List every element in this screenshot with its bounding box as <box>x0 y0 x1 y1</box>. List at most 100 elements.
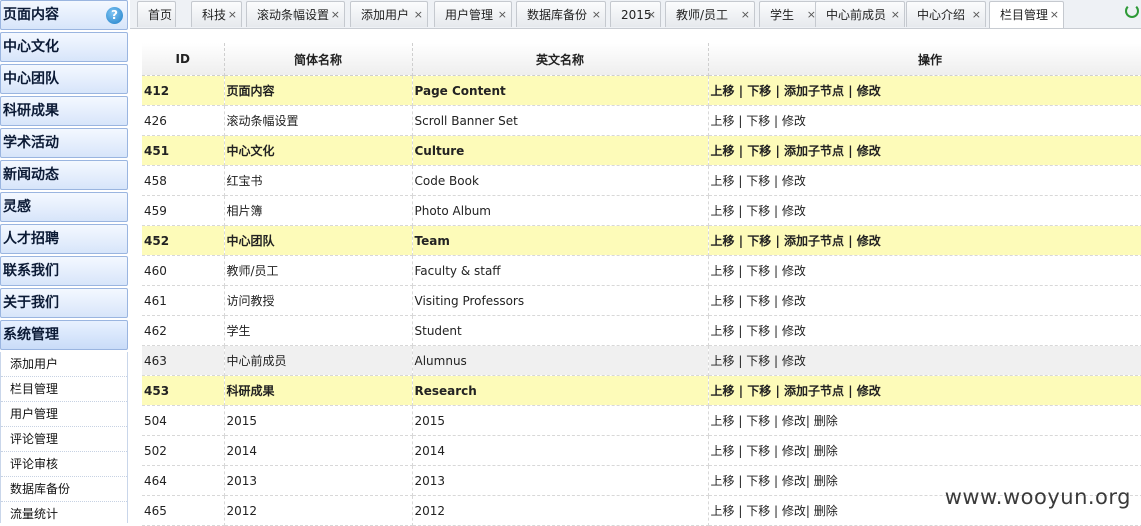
move-down-link[interactable]: 下移 <box>746 324 770 338</box>
tab[interactable]: 中心前成员 × <box>815 1 905 27</box>
add-child-node-link[interactable]: 添加子节点 <box>784 384 844 398</box>
tab[interactable]: 科技 × <box>191 1 242 27</box>
sidebar-section[interactable]: 页面内容? <box>0 0 128 30</box>
delete-link[interactable]: 删除 <box>814 444 838 458</box>
tab[interactable]: 用户管理 × <box>434 1 512 27</box>
move-up-link[interactable]: 上移 <box>711 444 735 458</box>
tab[interactable]: 首页 <box>137 1 176 27</box>
move-down-link[interactable]: 下移 <box>747 84 771 98</box>
tab[interactable]: 栏目管理 × <box>989 1 1064 28</box>
move-down-link[interactable]: 下移 <box>746 294 770 308</box>
edit-link[interactable]: 修改 <box>782 474 806 488</box>
move-up-link[interactable]: 上移 <box>711 384 735 398</box>
sidebar-section[interactable]: 灵感 <box>0 192 128 222</box>
submenu-item[interactable]: 评论审核 <box>1 452 127 477</box>
tab[interactable]: 添加用户 × <box>350 1 428 27</box>
sidebar-section[interactable]: 中心团队 <box>0 64 128 94</box>
close-tab-icon[interactable]: × <box>331 2 340 28</box>
action-separator: | <box>734 444 747 458</box>
move-up-link[interactable]: 上移 <box>711 174 735 188</box>
edit-link[interactable]: 修改 <box>782 444 806 458</box>
move-up-link[interactable]: 上移 <box>711 114 735 128</box>
cell-actions: 上移 | 下移 | 添加子节点 | 修改 <box>708 135 1141 166</box>
add-child-node-link[interactable]: 添加子节点 <box>784 234 844 248</box>
help-icon[interactable]: ? <box>106 7 123 24</box>
move-down-link[interactable]: 下移 <box>746 264 770 278</box>
sidebar-section[interactable]: 新闻动态 <box>0 160 128 190</box>
edit-link[interactable]: 修改 <box>857 84 881 98</box>
move-up-link[interactable]: 上移 <box>711 294 735 308</box>
sidebar-section[interactable]: 科研成果 <box>0 96 128 126</box>
move-down-link[interactable]: 下移 <box>746 204 770 218</box>
move-down-link[interactable]: 下移 <box>747 144 771 158</box>
edit-link[interactable]: 修改 <box>857 144 881 158</box>
close-tab-icon[interactable]: × <box>891 2 900 28</box>
tab[interactable]: 学生 × <box>759 1 821 27</box>
add-child-node-link[interactable]: 添加子节点 <box>784 144 844 158</box>
move-down-link[interactable]: 下移 <box>746 114 770 128</box>
submenu-item[interactable]: 评论管理 <box>1 427 127 452</box>
close-tab-icon[interactable]: × <box>498 2 507 28</box>
move-down-link[interactable]: 下移 <box>746 354 770 368</box>
edit-link[interactable]: 修改 <box>782 174 806 188</box>
cell-chinese-name: 2014 <box>224 435 413 466</box>
tab[interactable]: 数据库备份 × <box>516 1 606 27</box>
cell-actions: 上移 | 下移 | 修改 <box>708 315 1141 346</box>
move-up-link[interactable]: 上移 <box>711 204 735 218</box>
move-down-link[interactable]: 下移 <box>747 384 771 398</box>
tab[interactable]: 中心介绍 × <box>906 1 986 27</box>
move-up-link[interactable]: 上移 <box>711 234 735 248</box>
move-up-link[interactable]: 上移 <box>711 504 735 518</box>
move-up-link[interactable]: 上移 <box>711 474 735 488</box>
sidebar-section[interactable]: 中心文化 <box>0 32 128 62</box>
sidebar-section[interactable]: 联系我们 <box>0 256 128 286</box>
tab[interactable]: 2015 × <box>610 1 661 27</box>
close-tab-icon[interactable]: × <box>972 2 981 28</box>
edit-link[interactable]: 修改 <box>782 504 806 518</box>
move-down-link[interactable]: 下移 <box>746 174 770 188</box>
edit-link[interactable]: 修改 <box>782 204 806 218</box>
edit-link[interactable]: 修改 <box>782 294 806 308</box>
sidebar-section[interactable]: 人才招聘 <box>0 224 128 254</box>
cell-english-name: 2012 <box>412 495 709 526</box>
edit-link[interactable]: 修改 <box>857 384 881 398</box>
edit-link[interactable]: 修改 <box>782 324 806 338</box>
move-up-link[interactable]: 上移 <box>711 324 735 338</box>
submenu-item[interactable]: 添加用户 <box>1 352 127 377</box>
add-child-node-link[interactable]: 添加子节点 <box>784 84 844 98</box>
close-tab-icon[interactable]: × <box>228 2 237 28</box>
close-tab-icon[interactable]: × <box>647 2 656 28</box>
close-tab-icon[interactable]: × <box>414 2 423 28</box>
move-down-link[interactable]: 下移 <box>746 474 770 488</box>
delete-link[interactable]: 删除 <box>814 504 838 518</box>
edit-link[interactable]: 修改 <box>857 234 881 248</box>
submenu-item[interactable]: 用户管理 <box>1 402 127 427</box>
move-up-link[interactable]: 上移 <box>711 354 735 368</box>
tab[interactable]: 教师/员工 × <box>665 1 755 27</box>
delete-link[interactable]: 删除 <box>814 414 838 428</box>
move-up-link[interactable]: 上移 <box>711 264 735 278</box>
move-up-link[interactable]: 上移 <box>711 84 735 98</box>
sidebar-section[interactable]: 关于我们 <box>0 288 128 318</box>
move-down-link[interactable]: 下移 <box>746 414 770 428</box>
refresh-icon[interactable] <box>1125 4 1139 18</box>
edit-link[interactable]: 修改 <box>782 264 806 278</box>
close-tab-icon[interactable]: × <box>1050 2 1059 28</box>
move-up-link[interactable]: 上移 <box>711 414 735 428</box>
edit-link[interactable]: 修改 <box>782 114 806 128</box>
edit-link[interactable]: 修改 <box>782 414 806 428</box>
close-tab-icon[interactable]: × <box>592 2 601 28</box>
sidebar-section[interactable]: 系统管理 <box>0 320 128 350</box>
close-tab-icon[interactable]: × <box>741 2 750 28</box>
submenu-item[interactable]: 流量统计 <box>1 502 127 523</box>
delete-link[interactable]: 删除 <box>814 474 838 488</box>
sidebar-section[interactable]: 学术活动 <box>0 128 128 158</box>
tab[interactable]: 滚动条幅设置 × <box>246 1 345 27</box>
move-down-link[interactable]: 下移 <box>746 504 770 518</box>
submenu-item[interactable]: 数据库备份 <box>1 477 127 502</box>
move-up-link[interactable]: 上移 <box>711 144 735 158</box>
submenu-item[interactable]: 栏目管理 <box>1 377 127 402</box>
move-down-link[interactable]: 下移 <box>746 444 770 458</box>
move-down-link[interactable]: 下移 <box>747 234 771 248</box>
edit-link[interactable]: 修改 <box>782 354 806 368</box>
